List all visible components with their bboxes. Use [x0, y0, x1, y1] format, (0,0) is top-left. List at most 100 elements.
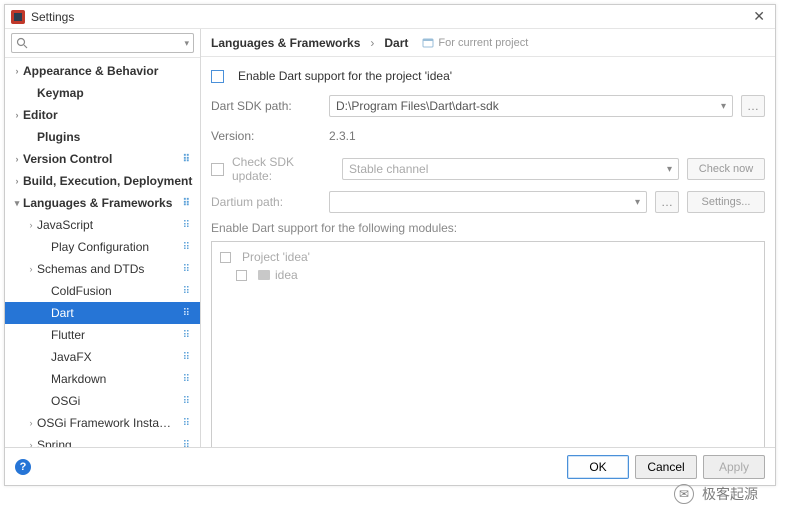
version-label: Version:	[211, 129, 321, 143]
enable-dart-label: Enable Dart support for the project 'ide…	[238, 69, 452, 83]
check-update-select[interactable]: Stable channel ▾	[342, 158, 679, 180]
tree-item-appearance-behavior[interactable]: ›Appearance & Behavior	[5, 60, 200, 82]
breadcrumb-root[interactable]: Languages & Frameworks	[211, 36, 360, 50]
module-child-checkbox[interactable]	[236, 270, 247, 281]
tree-item-label: Spring	[37, 438, 177, 447]
breadcrumb-leaf: Dart	[384, 36, 408, 50]
project-scope-icon: ⠿	[177, 198, 196, 209]
tree-item-label: Keymap	[37, 86, 196, 100]
search-input[interactable]: ▾	[11, 33, 194, 53]
tree-item-label: Appearance & Behavior	[23, 64, 196, 78]
project-scope-icon: ⠿	[177, 220, 196, 231]
tree-item-label: OSGi Framework Instances	[37, 416, 177, 430]
tree-item-label: ColdFusion	[51, 284, 177, 298]
settings-window: Settings ✕ ▾ ›Appearance & BehaviorKeyma…	[4, 4, 776, 486]
search-field[interactable]	[28, 36, 184, 50]
wechat-icon: ✉	[674, 484, 694, 504]
window-title: Settings	[31, 10, 749, 24]
module-project-checkbox[interactable]	[220, 252, 231, 263]
chevron-right-icon: ›	[25, 440, 37, 447]
tree-item-schemas-and-dtds[interactable]: ›Schemas and DTDs⠿	[5, 258, 200, 280]
check-update-checkbox[interactable]	[211, 163, 224, 176]
tree-item-javascript[interactable]: ›JavaScript⠿	[5, 214, 200, 236]
tree-item-label: JavaScript	[37, 218, 177, 232]
tree-item-label: Dart	[51, 306, 177, 320]
sdk-path-browse-button[interactable]: …	[741, 95, 765, 117]
tree-item-label: Version Control	[23, 152, 177, 166]
tree-item-plugins[interactable]: Plugins	[5, 126, 200, 148]
tree-item-label: Editor	[23, 108, 196, 122]
help-icon[interactable]: ?	[15, 459, 31, 475]
right-column: Languages & Frameworks Dart For current …	[201, 29, 775, 447]
sdk-path-input[interactable]: D:\Program Files\Dart\dart-sdk ▾	[329, 95, 733, 117]
module-child-row[interactable]: idea	[236, 266, 756, 284]
modules-list[interactable]: Project 'idea' idea	[211, 241, 765, 447]
tree-item-label: Markdown	[51, 372, 177, 386]
chevron-right-icon: ›	[11, 154, 23, 164]
tree-item-flutter[interactable]: Flutter⠿	[5, 324, 200, 346]
dartium-browse-button[interactable]: …	[655, 191, 679, 213]
module-project-row[interactable]: Project 'idea'	[220, 248, 756, 266]
ok-button[interactable]: OK	[567, 455, 629, 479]
module-icon	[258, 270, 270, 280]
tree-item-play-configuration[interactable]: Play Configuration⠿	[5, 236, 200, 258]
tree-item-coldfusion[interactable]: ColdFusion⠿	[5, 280, 200, 302]
dartium-path-input[interactable]: ▾	[329, 191, 647, 213]
dartium-label: Dartium path:	[211, 195, 321, 209]
tree-item-markdown[interactable]: Markdown⠿	[5, 368, 200, 390]
chevron-right-icon: ›	[25, 418, 37, 428]
apply-button[interactable]: Apply	[703, 455, 765, 479]
project-scope-icon: ⠿	[177, 308, 196, 319]
project-scope-icon: ⠿	[177, 352, 196, 363]
tree-item-editor[interactable]: ›Editor	[5, 104, 200, 126]
tree-item-osgi-framework-instances[interactable]: ›OSGi Framework Instances⠿	[5, 412, 200, 434]
project-icon	[422, 37, 434, 49]
tree-item-label: Build, Execution, Deployment	[23, 174, 196, 188]
cancel-button[interactable]: Cancel	[635, 455, 697, 479]
enable-dart-row: Enable Dart support for the project 'ide…	[211, 65, 765, 87]
tree-item-osgi[interactable]: OSGi⠿	[5, 390, 200, 412]
check-update-row: Check SDK update: Stable channel ▾ Check…	[211, 155, 765, 183]
version-value: 2.3.1	[329, 129, 356, 143]
enable-dart-checkbox[interactable]	[211, 70, 224, 83]
tree-item-build-execution-deployment[interactable]: ›Build, Execution, Deployment	[5, 170, 200, 192]
chevron-down-icon[interactable]: ▾	[667, 164, 672, 175]
search-dropdown-icon[interactable]: ▾	[184, 38, 189, 49]
tree-item-label: Schemas and DTDs	[37, 262, 177, 276]
current-project-badge: For current project	[422, 37, 528, 49]
dartium-row: Dartium path: ▾ … Settings...	[211, 191, 765, 213]
breadcrumb-sep	[366, 36, 378, 50]
chevron-right-icon: ›	[11, 66, 23, 76]
settings-tree[interactable]: ›Appearance & BehaviorKeymap›EditorPlugi…	[5, 58, 200, 447]
tree-item-label: Languages & Frameworks	[23, 196, 177, 210]
tree-item-dart[interactable]: Dart⠿	[5, 302, 200, 324]
close-icon[interactable]: ✕	[749, 8, 769, 25]
tree-item-label: Play Configuration	[51, 240, 177, 254]
search-icon	[16, 37, 28, 49]
project-scope-icon: ⠿	[177, 330, 196, 341]
search-wrap: ▾	[5, 29, 200, 58]
tree-item-languages-frameworks[interactable]: ▾Languages & Frameworks⠿	[5, 192, 200, 214]
dartium-settings-button[interactable]: Settings...	[687, 191, 765, 213]
chevron-down-icon[interactable]: ▾	[721, 101, 726, 112]
project-scope-icon: ⠿	[177, 286, 196, 297]
watermark: ✉ 极客起源	[674, 484, 758, 504]
chevron-right-icon: ›	[25, 264, 37, 274]
tree-item-keymap[interactable]: Keymap	[5, 82, 200, 104]
project-scope-icon: ⠿	[177, 264, 196, 275]
project-scope-icon: ⠿	[177, 440, 196, 448]
tree-item-label: Plugins	[37, 130, 196, 144]
chevron-down-icon[interactable]: ▾	[635, 197, 640, 208]
modules-section: Enable Dart support for the following mo…	[211, 221, 765, 447]
tree-item-spring[interactable]: ›Spring⠿	[5, 434, 200, 447]
tree-item-javafx[interactable]: JavaFX⠿	[5, 346, 200, 368]
body: ▾ ›Appearance & BehaviorKeymap›EditorPlu…	[5, 29, 775, 447]
check-now-button[interactable]: Check now	[687, 158, 765, 180]
tree-item-version-control[interactable]: ›Version Control⠿	[5, 148, 200, 170]
project-scope-icon: ⠿	[177, 374, 196, 385]
chevron-right-icon: ›	[11, 110, 23, 120]
chevron-down-icon: ▾	[11, 198, 23, 209]
footer: ? OK Cancel Apply	[5, 447, 775, 485]
modules-label: Enable Dart support for the following mo…	[211, 221, 765, 235]
titlebar: Settings ✕	[5, 5, 775, 29]
